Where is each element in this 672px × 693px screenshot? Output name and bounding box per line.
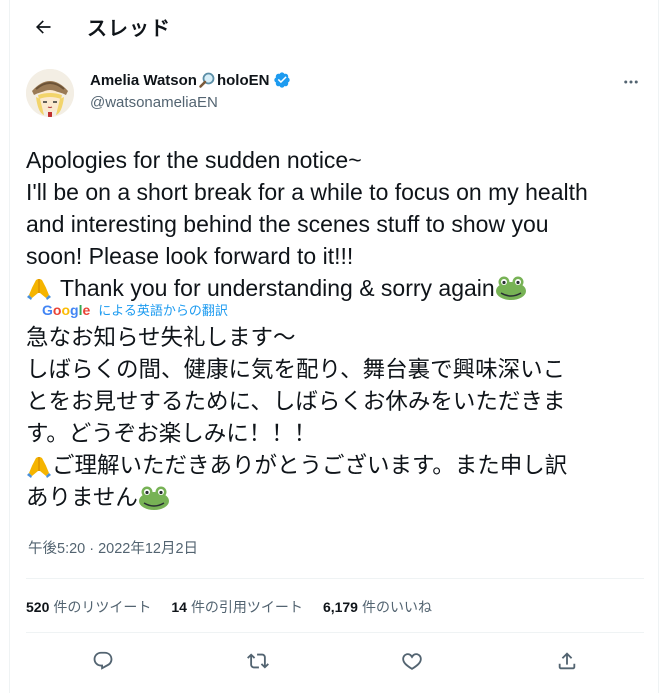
retweet-button[interactable]: [239, 642, 277, 680]
translation-label[interactable]: による英語からの翻訳: [98, 300, 228, 319]
tweet-line: and interesting behind the scenes stuff …: [26, 211, 549, 237]
page-title: スレッド: [87, 16, 171, 40]
author-handle[interactable]: @watsonameliaEN: [90, 94, 218, 111]
translated-line: ご理解いただきありがとうございます。また申し訳: [52, 453, 568, 479]
back-button[interactable]: [26, 10, 60, 44]
likes-count: 6,179: [322, 599, 358, 615]
engagement-stats: 520 件のリツイート 14 件の引用ツイート 6,179 件のいいね: [26, 597, 452, 617]
magnifying-glass-icon: [198, 71, 216, 89]
tweet-timestamp[interactable]: 午後5:20 · 2022年12月2日: [28, 537, 198, 558]
divider: [26, 578, 644, 579]
google-logo: Google: [42, 301, 91, 318]
translated-line-thanks: ご理解いただきありがとうございます。また申し訳: [26, 450, 656, 482]
share-icon: [558, 652, 575, 670]
reply-icon: [93, 651, 113, 670]
avatar-image: [26, 69, 74, 117]
header: スレッド: [10, 0, 660, 53]
retweets-count: 520: [26, 599, 50, 615]
share-button[interactable]: [548, 642, 586, 680]
translated-line: とをお見せするために、しばらくお休みをいただきま: [26, 389, 566, 415]
tweet-text: Apologies for the sudden notice~ I'll be…: [26, 144, 656, 304]
retweets-stat[interactable]: 520 件のリツイート: [26, 597, 151, 617]
frog-icon: [495, 275, 527, 301]
avatar[interactable]: [26, 69, 74, 117]
quotes-label: 件の引用ツイート: [190, 599, 303, 615]
tweet-line: soon! Please look forward to it!!!: [26, 243, 354, 269]
more-button[interactable]: [620, 72, 642, 92]
translated-line: 急なお知らせ失礼します～: [26, 325, 296, 351]
translation-attribution[interactable]: Google による英語からの翻訳: [42, 300, 228, 319]
tweet-line: Apologies for the sudden notice~: [26, 147, 362, 173]
likes-stat[interactable]: 6,179 件のいいね: [323, 597, 432, 617]
author-display-name[interactable]: Amelia Watson: [90, 72, 197, 89]
author-name-suffix[interactable]: holoEN: [217, 72, 270, 89]
verified-badge-icon: [273, 71, 291, 89]
translated-line-last: ありません: [26, 482, 656, 514]
tweet-line: I'll be on a short break for a while to …: [26, 179, 588, 205]
quotes-stat[interactable]: 14 件の引用ツイート: [171, 597, 303, 617]
translated-line: ありません: [26, 485, 138, 511]
translated-line: しばらくの間、健康に気を配り、舞台裏で興味深いこ: [26, 357, 566, 383]
translated-line: す。どうぞお楽しみに！！！: [26, 421, 317, 447]
like-icon: [402, 653, 422, 671]
tweet-thread-panel: スレッド Amelia Watson holoEN @watsonameliaE…: [9, 0, 659, 693]
frog-icon: [138, 485, 170, 511]
reply-button[interactable]: [84, 642, 122, 680]
translated-text: 急なお知らせ失礼します～ しばらくの間、健康に気を配り、舞台裏で興味深いこ とを…: [26, 322, 656, 514]
retweet-icon: [246, 653, 269, 669]
retweets-label: 件のリツイート: [53, 599, 152, 615]
folded-hands-icon: [26, 275, 52, 301]
author-name-row: Amelia Watson holoEN: [90, 71, 291, 89]
like-button[interactable]: [393, 642, 431, 680]
tweet-actions: [26, 641, 644, 681]
back-arrow-icon: [36, 20, 51, 34]
more-icon: [624, 80, 638, 84]
quotes-count: 14: [171, 599, 187, 615]
divider: [26, 632, 644, 633]
folded-hands-icon: [26, 453, 52, 479]
likes-label: 件のいいね: [361, 599, 432, 615]
